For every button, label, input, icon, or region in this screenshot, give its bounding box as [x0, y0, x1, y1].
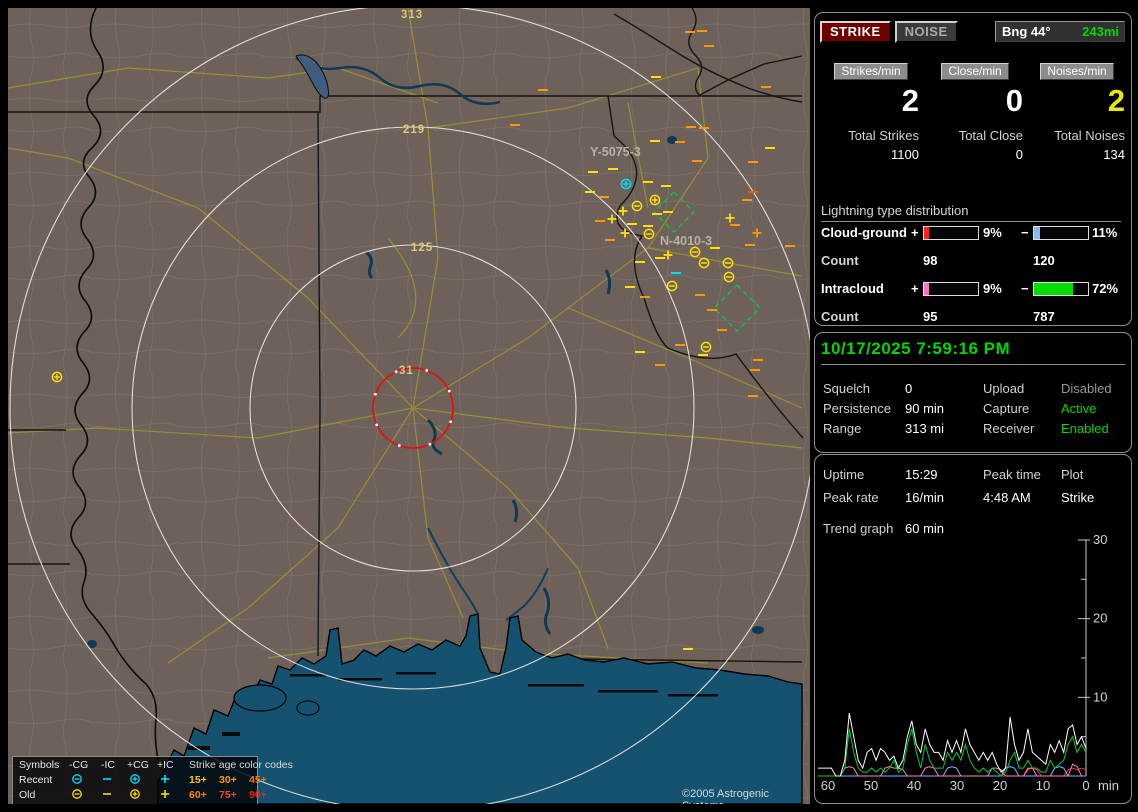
peak-time-label: Peak time: [983, 467, 1041, 482]
age-15: 15+: [189, 774, 207, 786]
ic-neg-bar: [1033, 282, 1089, 296]
upload-label: Upload: [983, 381, 1025, 396]
peak-rate-label: Peak rate: [823, 490, 879, 505]
persistence-value: 90 min: [905, 401, 945, 416]
peak-rate-value: 16/min: [905, 490, 945, 505]
noises-per-min-value: 2: [1107, 83, 1125, 118]
legend-header-neg-cg: -CG: [69, 759, 89, 771]
trend-box: Uptime 15:29 Peak time Plot Peak rate 16…: [814, 454, 1132, 804]
bearing-label: Bng 44°: [1002, 24, 1051, 39]
cg-pos-sign: +: [911, 225, 919, 240]
close-per-min-header[interactable]: Close/min: [941, 63, 1009, 80]
cg-neg-count: 120: [1033, 253, 1055, 268]
uptime-label: Uptime: [823, 467, 865, 482]
ic-pos-pct: 9%: [983, 281, 1002, 296]
trend-graph-label: Trend graph: [823, 521, 894, 536]
cg-pos-count: 98: [923, 253, 938, 268]
strikes-per-min-header[interactable]: Strikes/min: [834, 63, 908, 80]
legend-header-pos-cg: +CG: [127, 759, 149, 771]
age-30: 30+: [219, 774, 237, 786]
ic-neg-pct: 72%: [1092, 281, 1119, 296]
noise-mode-button[interactable]: NOISE: [894, 21, 958, 43]
svg-text:125: 125: [411, 242, 433, 254]
legend-header-pos-ic: +IC: [157, 759, 174, 771]
datetime-display: 10/17/2025 7:59:16 PM: [821, 337, 1125, 365]
svg-text:219: 219: [403, 124, 425, 136]
bearing-range-value: 243mi: [1082, 24, 1119, 39]
legend-symbols-header: Symbols: [19, 759, 60, 771]
svg-text:Y-5075-3: Y-5075-3: [590, 145, 641, 159]
cg-neg-sign: −: [1021, 225, 1029, 240]
upload-status: Disabled: [1061, 381, 1112, 396]
total-close-value: 0: [1015, 147, 1023, 162]
plot-mode-value[interactable]: Strike: [1061, 490, 1094, 505]
age-60: 60+: [189, 789, 207, 801]
ic-pos-bar: [923, 282, 979, 296]
total-close-label: Total Close: [958, 128, 1023, 143]
legend-row-recent-label: Recent: [19, 774, 53, 786]
status-panel: STRIKE NOISE Bng 44° 243mi Strikes/min 2 …: [814, 8, 1132, 804]
range-value: 313 mi: [905, 421, 945, 436]
trend-graph-period[interactable]: 60 min: [905, 521, 944, 536]
ic-neg-count: 787: [1033, 309, 1055, 324]
legend-row-old-label: Old: [19, 789, 36, 801]
strike-mode-button[interactable]: STRIKE: [820, 21, 891, 43]
copyright-text: ©2005 Astrogenic Systems: [682, 788, 769, 804]
lightning-map[interactable]: 313 219 125 31 Y-5075-3 N-4010-3 Symbols -CG …: [8, 8, 810, 804]
counters-box: STRIKE NOISE Bng 44° 243mi Strikes/min 2 …: [814, 12, 1132, 326]
uptime-value: 15:29: [905, 467, 938, 482]
svg-text:N-4010-3: N-4010-3: [660, 234, 712, 248]
app-window: { "panel": { "strike_btn": "STRIKE", "no…: [0, 0, 1138, 812]
cg-minus-old-icon: [71, 788, 83, 804]
bearing-readout: Bng 44° 243mi: [995, 21, 1125, 42]
age-75: 75+: [219, 789, 237, 801]
distribution-title: Lightning type distribution: [821, 203, 1121, 222]
total-noises-value: 134: [1103, 147, 1125, 162]
ic-neg-sign: −: [1021, 281, 1029, 296]
total-strikes-label: Total Strikes: [848, 128, 919, 143]
persistence-label: Persistence: [823, 401, 891, 416]
receiver-status: Enabled: [1061, 421, 1109, 436]
range-label: Range: [823, 421, 862, 436]
cg-plus-icon: [129, 773, 141, 789]
symbol-legend: Symbols -CG -IC +CG +IC Strike age color…: [12, 756, 293, 804]
plot-label[interactable]: Plot: [1061, 467, 1083, 482]
cg-pos-pct: 9%: [983, 225, 1002, 240]
strikes-per-min-value: 2: [901, 83, 919, 118]
receiver-box: 10/17/2025 7:59:16 PM Squelch 0 Upload D…: [814, 332, 1132, 453]
legend-age-title: Strike age color codes: [189, 759, 293, 771]
noises-per-min-header[interactable]: Noises/min: [1040, 63, 1114, 80]
total-noises-label: Total Noises: [1054, 128, 1125, 143]
squelch-value: 0: [905, 381, 913, 396]
close-per-min-value: 0: [1005, 83, 1023, 118]
ic-count-label: Count: [821, 309, 859, 324]
cg-neg-bar: [1033, 226, 1089, 240]
legend-header-neg-ic: -IC: [101, 759, 115, 771]
ic-minus-icon: [101, 773, 113, 789]
cg-plus-old-icon: [129, 788, 141, 804]
receiver-label: Receiver: [983, 421, 1035, 436]
capture-label: Capture: [983, 401, 1030, 416]
cg-neg-pct: 11%: [1092, 225, 1118, 240]
ic-pos-count: 95: [923, 309, 938, 324]
intracloud-label: Intracloud: [821, 281, 884, 296]
cg-count-label: Count: [821, 253, 859, 268]
peak-time-value: 4:48 AM: [983, 490, 1031, 505]
capture-status: Active: [1061, 401, 1097, 416]
squelch-label: Squelch: [823, 381, 870, 396]
cloud-ground-label: Cloud-ground: [821, 225, 907, 240]
svg-text:313: 313: [401, 9, 423, 21]
ic-pos-sign: +: [911, 281, 919, 296]
cg-minus-icon: [71, 773, 83, 789]
ic-plus-old-icon: [159, 788, 171, 804]
cg-pos-bar: [923, 226, 979, 240]
ic-minus-old-icon: [101, 788, 113, 804]
map-canvas: 313 219 125 31 Y-5075-3 N-4010-3: [8, 8, 810, 804]
ic-plus-icon: [159, 773, 171, 789]
age-90: 90+: [249, 789, 267, 801]
total-strikes-value: 1100: [891, 147, 919, 162]
svg-text:31: 31: [399, 365, 414, 377]
age-45: 45+: [249, 774, 267, 786]
